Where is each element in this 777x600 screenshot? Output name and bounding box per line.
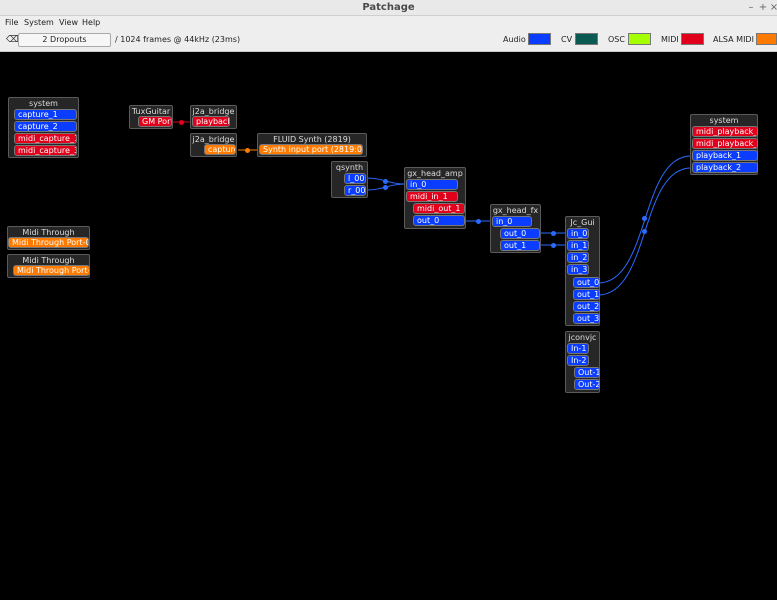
module-system-capture[interactable]: system capture_1 capture_2 midi_capture_… — [8, 97, 79, 158]
minimize-icon[interactable]: – — [745, 2, 757, 14]
port-playback-1[interactable]: playback_1 — [692, 150, 758, 161]
menu-view[interactable]: View — [59, 18, 78, 27]
module-title: system — [29, 99, 58, 108]
port-in-0[interactable]: in_0 — [567, 228, 589, 239]
junction-dot — [642, 229, 647, 234]
port-midi-in-1[interactable]: midi_in_1 — [406, 191, 458, 202]
port-capture[interactable]: capture — [204, 144, 236, 155]
port-out-2[interactable]: out_2 — [573, 301, 600, 312]
port-out-2[interactable]: Out-2 — [574, 379, 600, 390]
port-in-0[interactable]: in_0 — [492, 216, 532, 227]
port-capture-2[interactable]: capture_2 — [14, 121, 77, 132]
clear-dropouts-icon[interactable]: ⌫ — [6, 35, 19, 45]
module-jc-gui[interactable]: Jc_Gui in_0 in_1 in_2 in_3 out_0 out_1 o… — [565, 216, 600, 326]
port-out-0[interactable]: out_0 — [413, 215, 465, 226]
module-j2a-bridge-1[interactable]: j2a_bridge playback — [190, 105, 237, 129]
port-midi-capture-1[interactable]: midi_capture_1 — [14, 133, 77, 144]
legend-osc-swatch[interactable] — [628, 33, 651, 45]
menu-system[interactable]: System — [24, 18, 54, 27]
module-title: gx_head_amp — [407, 169, 463, 178]
port-midi-playback-3[interactable]: midi_playback_3 — [692, 138, 758, 149]
port-out-0[interactable]: out_0 — [573, 277, 600, 288]
junction-dot — [642, 216, 647, 221]
port-midi-out-1[interactable]: midi_out_1 — [413, 203, 465, 214]
module-fluid-synth[interactable]: FLUID Synth (2819) Synth input port (281… — [257, 133, 367, 157]
menu-help[interactable]: Help — [82, 18, 100, 27]
port-out-1[interactable]: out_1 — [573, 289, 600, 300]
module-title: gx_head_fx — [492, 206, 539, 215]
port-midi-playback-1[interactable]: midi_playback_1 — [692, 126, 758, 137]
port-in-1[interactable]: in_1 — [567, 240, 589, 251]
port-r-00[interactable]: r_00 — [344, 185, 366, 196]
port-playback[interactable]: playback — [192, 116, 230, 127]
dropouts-field[interactable]: 2 Dropouts — [18, 33, 111, 47]
module-jconvjc[interactable]: jconvjc In-1 In-2 Out-1 Out-2 — [565, 331, 600, 393]
junction-dot — [245, 148, 250, 153]
module-midi-through-2[interactable]: Midi Through Midi Through Port-0 — [7, 254, 90, 278]
legend-midi-label: MIDI — [661, 35, 679, 44]
close-icon[interactable]: × — [768, 2, 777, 14]
junction-dot — [383, 179, 388, 184]
menu-file[interactable]: File — [5, 18, 18, 27]
legend-alsa-midi-label: ALSA MIDI — [713, 35, 754, 44]
legend-cv-swatch[interactable] — [575, 33, 598, 45]
legend-audio-swatch[interactable] — [528, 33, 551, 45]
module-j2a-bridge-2[interactable]: j2a_bridge capture — [190, 133, 237, 157]
port-midi-through-port-0[interactable]: Midi Through Port-0 — [13, 265, 90, 276]
junction-dot — [383, 185, 388, 190]
module-title: Jc_Gui — [570, 218, 595, 227]
module-title: system — [709, 116, 739, 125]
menubar: File System View Help — [0, 16, 777, 30]
module-qsynth[interactable]: qsynth l_00 r_00 — [331, 161, 368, 198]
buffer-info: / 1024 frames @ 44kHz (23ms) — [115, 35, 241, 44]
module-title: jconvjc — [568, 333, 597, 342]
module-gx-head-fx[interactable]: gx_head_fx in_0 out_0 out_1 — [490, 204, 541, 253]
junction-dot — [476, 219, 481, 224]
junction-dot — [179, 120, 184, 125]
port-in-1[interactable]: In-1 — [567, 343, 589, 354]
window-title: Patchage — [362, 2, 415, 13]
junction-dot — [551, 243, 556, 248]
port-midi-through-port-0[interactable]: Midi Through Port-0 — [8, 237, 89, 248]
legend-midi-swatch[interactable] — [681, 33, 704, 45]
port-in-0[interactable]: in_0 — [406, 179, 458, 190]
port-out-1[interactable]: out_1 — [500, 240, 540, 251]
patch-canvas[interactable] — [0, 52, 777, 600]
legend-audio-label: Audio — [503, 35, 526, 44]
port-in-3[interactable]: in_3 — [567, 264, 589, 275]
junction-dot — [551, 231, 556, 236]
port-in-2[interactable]: in_2 — [567, 252, 589, 263]
module-system-playback[interactable]: system midi_playback_1 midi_playback_3 p… — [690, 114, 758, 175]
window-titlebar: Patchage – + × — [0, 0, 777, 16]
module-gx-head-amp[interactable]: gx_head_amp in_0 midi_in_1 midi_out_1 ou… — [404, 167, 466, 229]
module-title: qsynth — [335, 163, 364, 172]
port-in-2[interactable]: In-2 — [567, 355, 589, 366]
module-tuxguitar[interactable]: TuxGuitar GM Port — [129, 105, 173, 129]
module-midi-through-1[interactable]: Midi Through Midi Through Port-0 — [7, 226, 90, 250]
legend-osc-label: OSC — [608, 35, 625, 44]
port-out-0[interactable]: out_0 — [500, 228, 540, 239]
port-out-1[interactable]: Out-1 — [574, 367, 600, 378]
port-out-3[interactable]: out_3 — [573, 313, 600, 324]
port-playback-2[interactable]: playback_2 — [692, 162, 758, 173]
port-synth-input[interactable]: Synth input port (2819:0) — [259, 144, 363, 155]
port-midi-capture-3[interactable]: midi_capture_3 — [14, 145, 77, 156]
legend-cv-label: CV — [561, 35, 573, 44]
port-capture-1[interactable]: capture_1 — [14, 109, 77, 120]
legend-alsa-midi-swatch[interactable] — [756, 33, 777, 45]
port-l-00[interactable]: l_00 — [344, 173, 366, 184]
port-gm-port[interactable]: GM Port — [138, 116, 172, 127]
toolbar: ⌫ 2 Dropouts / 1024 frames @ 44kHz (23ms… — [0, 30, 777, 52]
